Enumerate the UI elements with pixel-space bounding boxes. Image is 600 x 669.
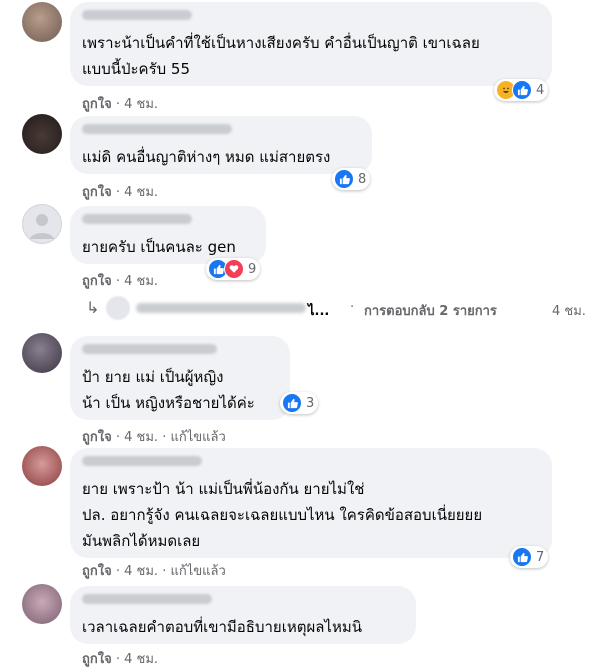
timestamp[interactable]: 4 ชม.	[124, 185, 158, 200]
comment-bubble: ป้า ยาย แม่ เป็นผู้หญิง น้า เป็น หญิงหรื…	[70, 336, 290, 420]
timestamp[interactable]: 4 ชม.	[124, 564, 158, 579]
comment-text-line: เพราะน้าเป็นคำที่ใช้เป็นหางเสียงครับ คำอ…	[82, 34, 480, 52]
comment-meta: ถูกใจ · 4 ชม.	[82, 270, 158, 291]
comment-text-line: ปล. อยากรู้จัง คนเฉลยจะเฉลยแบบไหน ใครคิด…	[82, 506, 483, 524]
reaction-count: 7	[536, 549, 545, 565]
comment-meta: ถูกใจ · 4 ชม. · แก้ไขแล้ว	[82, 560, 226, 581]
reply-preview-ellipsis: ไ...	[308, 304, 330, 319]
separator: ·	[115, 430, 120, 445]
comment-text-line: แบบนี้ป่ะครับ 55	[82, 60, 191, 78]
love-icon	[224, 259, 244, 279]
commenter-name-blurred[interactable]	[82, 10, 192, 20]
comment-text-line: มันพลิกได้หมดเลย	[82, 532, 201, 550]
reaction-count: 8	[358, 171, 367, 187]
commenter-name-blurred[interactable]	[82, 594, 212, 604]
separator: ·	[162, 430, 167, 445]
reaction-count: 9	[248, 261, 257, 277]
comment-text-line: ป้า ยาย แม่ เป็นผู้หญิง	[82, 368, 224, 386]
reaction-summary[interactable]: 7	[510, 546, 549, 568]
reply-thread-row[interactable]: ↳ ไ... · การตอบกลับ 2 รายการ 4 ชม.	[82, 294, 598, 322]
reaction-count: 3	[306, 395, 315, 411]
like-icon	[282, 393, 302, 413]
avatar[interactable]	[22, 204, 62, 244]
comment-meta: ถูกใจ · 4 ชม. · แก้ไขแล้ว	[82, 426, 226, 447]
timestamp[interactable]: 4 ชม.	[124, 97, 158, 112]
like-link[interactable]: ถูกใจ	[82, 97, 112, 112]
comment-meta: ถูกใจ · 4 ชม.	[82, 93, 158, 114]
reaction-summary[interactable]: 8	[332, 168, 371, 190]
default-avatar-icon	[30, 214, 54, 239]
reaction-summary[interactable]: 3	[280, 392, 319, 414]
separator: ·	[115, 185, 120, 200]
reaction-summary[interactable]: 9	[206, 258, 261, 280]
commenter-name-blurred[interactable]	[82, 124, 232, 134]
like-icon	[334, 169, 354, 189]
timestamp[interactable]: 4 ชม.	[124, 430, 158, 445]
reply-author-blurred[interactable]	[136, 303, 306, 313]
timestamp[interactable]: 4 ชม.	[124, 652, 158, 667]
separator: ·	[115, 97, 120, 112]
separator: ·	[162, 564, 167, 579]
comment-meta: ถูกใจ · 4 ชม.	[82, 181, 158, 202]
like-link[interactable]: ถูกใจ	[82, 274, 112, 289]
separator: ·	[115, 652, 120, 667]
avatar[interactable]	[22, 584, 62, 624]
comment-bubble: แม่ดิ คนอื่นญาติห่างๆ หมด แม่สายตรง	[70, 116, 372, 174]
like-icon	[512, 80, 532, 100]
comment-bubble: เพราะน้าเป็นคำที่ใช้เป็นหางเสียงครับ คำอ…	[70, 2, 552, 86]
reply-avatar[interactable]	[106, 296, 130, 320]
view-replies-link[interactable]: การตอบกลับ 2 รายการ	[364, 300, 497, 321]
commenter-name-blurred[interactable]	[82, 344, 217, 354]
reaction-count: 4	[536, 82, 545, 98]
like-icon	[512, 547, 532, 567]
comment-text-line: น้า เป็น หญิงหรือชายได้ค่ะ	[82, 394, 255, 412]
timestamp[interactable]: 4 ชม.	[124, 274, 158, 289]
comment-text-line: แม่ดิ คนอื่นญาติห่างๆ หมด แม่สายตรง	[82, 148, 331, 166]
edited-label[interactable]: แก้ไขแล้ว	[171, 430, 226, 445]
edited-label[interactable]: แก้ไขแล้ว	[171, 564, 226, 579]
avatar[interactable]	[22, 2, 62, 42]
reply-arrow-icon: ↳	[86, 298, 100, 317]
separator: ·	[115, 274, 120, 289]
reply-timestamp[interactable]: 4 ชม.	[552, 300, 586, 321]
avatar[interactable]	[22, 446, 62, 486]
avatar[interactable]	[22, 114, 62, 154]
reaction-summary[interactable]: 4	[494, 79, 549, 101]
comment-text-line: ยาย เพราะป้า น้า แม่เป็นพี่น้องกัน ยายไม…	[82, 480, 365, 498]
like-link[interactable]: ถูกใจ	[82, 564, 112, 579]
like-link[interactable]: ถูกใจ	[82, 652, 112, 667]
comment-bubble: เวลาเฉลยคำตอบที่เขามีอธิบายเหตุผลไหมนิ	[70, 586, 416, 644]
like-link[interactable]: ถูกใจ	[82, 185, 112, 200]
commenter-name-blurred[interactable]	[82, 456, 202, 466]
comment-text-line: เวลาเฉลยคำตอบที่เขามีอธิบายเหตุผลไหมนิ	[82, 618, 363, 636]
comment-meta: ถูกใจ · 4 ชม.	[82, 648, 158, 669]
avatar[interactable]	[22, 333, 62, 373]
comment-text-line: ยายครับ เป็นคนละ gen	[82, 238, 236, 256]
comment-bubble: ยายครับ เป็นคนละ gen	[70, 206, 266, 264]
separator: ·	[115, 564, 120, 579]
like-link[interactable]: ถูกใจ	[82, 430, 112, 445]
comment-bubble: ยาย เพราะป้า น้า แม่เป็นพี่น้องกัน ยายไม…	[70, 448, 552, 558]
separator: ·	[350, 300, 355, 315]
commenter-name-blurred[interactable]	[82, 214, 192, 224]
